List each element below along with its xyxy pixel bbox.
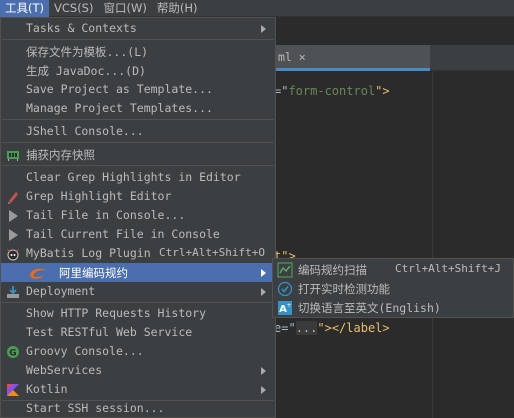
menu-item-deployment[interactable]: Deployment <box>1 282 275 301</box>
code-line[interactable]: e="..."></label> <box>274 321 390 335</box>
menu-item-label: Kotlin <box>26 382 68 396</box>
memory-snapshot-icon <box>5 147 21 163</box>
menu-item-label: Manage Project Templates... <box>26 101 213 115</box>
submenu-item-label: 切换语言至英文(English) <box>298 301 441 315</box>
menu-separator <box>2 165 274 166</box>
submenu-item-label: 打开实时检测功能 <box>298 282 390 296</box>
deployment-icon <box>5 284 21 300</box>
menu-item-grep-highlight-editor[interactable]: Grep Highlight Editor <box>1 187 275 206</box>
menu-item-label: 生成 JavaDoc...(D) <box>26 64 146 78</box>
menu-item-label: Start SSH session... <box>26 401 165 415</box>
menu-item-label: Deployment <box>26 284 96 298</box>
svg-text:+: + <box>286 302 291 309</box>
menu-item-save-as-template[interactable]: 保存文件为模板...(L) <box>1 42 275 61</box>
menu-item-label: Grep Highlight Editor <box>26 189 172 203</box>
menu-item-tail-current-file[interactable]: Tail Current File in Console <box>1 225 275 244</box>
menu-item-label: Groovy Console... <box>26 344 144 358</box>
menu-item-http-requests-history[interactable]: Show HTTP Requests History <box>1 304 275 323</box>
tools-menu: Tasks & Contexts 保存文件为模板...(L) 生成 JavaDo… <box>0 17 276 418</box>
menu-item-label: Tail Current File in Console <box>26 227 220 241</box>
submenu-arrow-icon <box>261 386 266 394</box>
menu-item-start-ssh-session[interactable]: Start SSH session... <box>1 399 275 418</box>
menu-separator <box>2 119 274 120</box>
menu-item-label: 捕获内存快照 <box>26 148 95 162</box>
menu-item-label: Tail File in Console... <box>26 208 186 222</box>
mybatis-icon <box>5 246 21 262</box>
menu-item-mybatis-log-plugin[interactable]: MyBatis Log Plugin Ctrl+Alt+Shift+O <box>1 244 275 263</box>
submenu-item-code-scan[interactable]: 编码规约扫描 Ctrl+Alt+Shift+J <box>273 260 513 279</box>
submenu-item-realtime-check[interactable]: 打开实时检测功能 <box>273 279 513 298</box>
menu-vcs[interactable]: VCS(S) <box>49 0 98 17</box>
editor-area: ml × ="form-control"> t"> e="..."></labe… <box>270 17 514 418</box>
menu-item-shortcut: Ctrl+Alt+Shift+O <box>159 246 265 259</box>
menu-window[interactable]: 窗口(W) <box>98 0 151 17</box>
menu-separator <box>2 39 274 40</box>
groovy-icon: G <box>5 344 21 360</box>
highlighter-icon <box>5 189 21 205</box>
submenu-item-label: 编码规约扫描 <box>298 263 367 277</box>
menu-item-label: WebServices <box>26 363 103 377</box>
menu-item-label: Clear Grep Highlights in Editor <box>26 170 241 184</box>
code-string: form-control <box>288 84 376 98</box>
menu-item-label: Save Project as Template... <box>26 82 213 96</box>
menu-item-save-project-template[interactable]: Save Project as Template... <box>1 80 275 99</box>
submenu-arrow-icon <box>261 367 266 375</box>
submenu-arrow-icon <box>261 288 266 296</box>
code-scan-icon <box>277 262 293 278</box>
menu-item-alibaba-coding-guidelines[interactable]: 阿里编码规约 <box>1 263 275 282</box>
run-icon <box>5 227 21 243</box>
menu-item-label: 保存文件为模板...(L) <box>26 45 149 59</box>
menu-item-label: JShell Console... <box>26 124 144 138</box>
menu-item-label: Tasks & Contexts <box>26 21 137 35</box>
menu-item-tail-file-in-console[interactable]: Tail File in Console... <box>1 206 275 225</box>
editor-tab[interactable]: ml × <box>270 45 430 71</box>
submenu-item-switch-language[interactable]: A + 切换语言至英文(English) <box>273 298 513 317</box>
realtime-check-icon <box>277 281 293 297</box>
menu-help[interactable]: 帮助(H) <box>152 0 203 17</box>
menu-item-jshell-console[interactable]: JShell Console... <box>1 122 275 141</box>
menu-item-clear-grep-highlights[interactable]: Clear Grep Highlights in Editor <box>1 168 275 187</box>
menu-item-tasks-contexts[interactable]: Tasks & Contexts <box>1 19 275 38</box>
code-tag-end: "> <box>375 84 390 98</box>
submenu-item-shortcut: Ctrl+Alt+Shift+J <box>395 262 501 275</box>
menu-item-groovy-console[interactable]: G Groovy Console... <box>1 342 275 361</box>
menu-item-generate-javadoc[interactable]: 生成 JavaDoc...(D) <box>1 61 275 80</box>
code-attr: e=" <box>274 321 296 335</box>
editor-tab-label: ml × <box>278 50 306 64</box>
editor-tab-bar: ml × <box>270 45 514 71</box>
menu-item-test-restful[interactable]: Test RESTful Web Service <box>1 323 275 342</box>
menu-item-kotlin[interactable]: Kotlin <box>1 380 275 399</box>
menu-item-memory-snapshot[interactable]: 捕获内存快照 <box>1 145 275 164</box>
code-folded-value[interactable]: ... <box>295 321 318 335</box>
menubar: 工具(T) VCS(S) 窗口(W) 帮助(H) <box>0 0 514 17</box>
submenu-arrow-icon <box>261 269 266 277</box>
menu-item-manage-project-templates[interactable]: Manage Project Templates... <box>1 99 275 118</box>
menu-item-label: Show HTTP Requests History <box>26 306 207 320</box>
kotlin-icon <box>5 382 21 398</box>
code-tag-end: "></label> <box>317 321 390 335</box>
code-line[interactable]: ="form-control"> <box>274 84 390 98</box>
menu-separator <box>2 142 274 143</box>
code-attr: =" <box>274 84 289 98</box>
svg-text:G: G <box>9 349 16 359</box>
language-switch-icon: A + <box>277 300 293 316</box>
alibaba-submenu: 编码规约扫描 Ctrl+Alt+Shift+J 打开实时检测功能 A + 切换语言… <box>272 258 514 318</box>
menu-item-label: MyBatis Log Plugin <box>26 246 151 260</box>
menu-tools[interactable]: 工具(T) <box>0 0 49 17</box>
submenu-arrow-icon <box>261 25 266 33</box>
menu-item-label: 阿里编码规约 <box>59 266 128 280</box>
menu-item-label: Test RESTful Web Service <box>26 325 193 339</box>
right-margin-guide <box>432 71 433 418</box>
menu-item-webservices[interactable]: WebServices <box>1 361 275 380</box>
run-icon <box>5 208 21 224</box>
alibaba-icon <box>27 265 49 281</box>
menu-separator <box>2 302 274 303</box>
